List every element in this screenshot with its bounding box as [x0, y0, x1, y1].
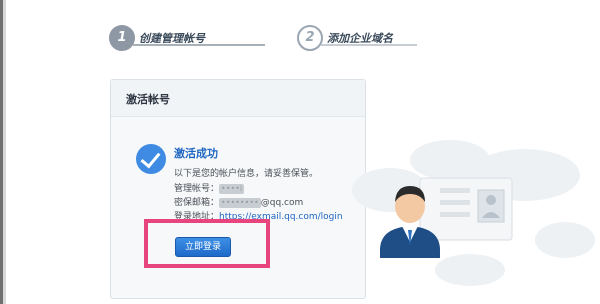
- email-row: 密保邮箱： •••••••• @qq.com: [174, 195, 303, 208]
- success-check-icon: [136, 144, 166, 174]
- window-edge-shadow: [3, 0, 6, 304]
- notice-text: 以下是您的帐户信息，请妥善保管。: [174, 169, 319, 179]
- account-row: 管理帐号： ••••i: [174, 181, 245, 194]
- email-value-masked: ••••••••: [219, 197, 261, 208]
- email-suffix: @qq.com: [260, 198, 304, 208]
- user-card-illustration: [352, 140, 595, 286]
- step-1: 1 创建管理帐号: [109, 25, 265, 51]
- card-title: 激活帐号: [126, 93, 170, 106]
- step-2: 2 添加企业域名: [297, 25, 417, 51]
- email-label: 密保邮箱：: [174, 198, 220, 208]
- card-header: 激活帐号: [111, 80, 365, 117]
- step-underline: [321, 44, 417, 46]
- step-underline: [133, 44, 265, 46]
- step-number: 1: [109, 25, 135, 51]
- account-label: 管理帐号：: [174, 184, 220, 194]
- highlight-box: [144, 219, 270, 268]
- success-title: 激活成功: [174, 147, 218, 160]
- account-value-masked: ••••i: [219, 183, 245, 194]
- step-number: 2: [297, 25, 323, 51]
